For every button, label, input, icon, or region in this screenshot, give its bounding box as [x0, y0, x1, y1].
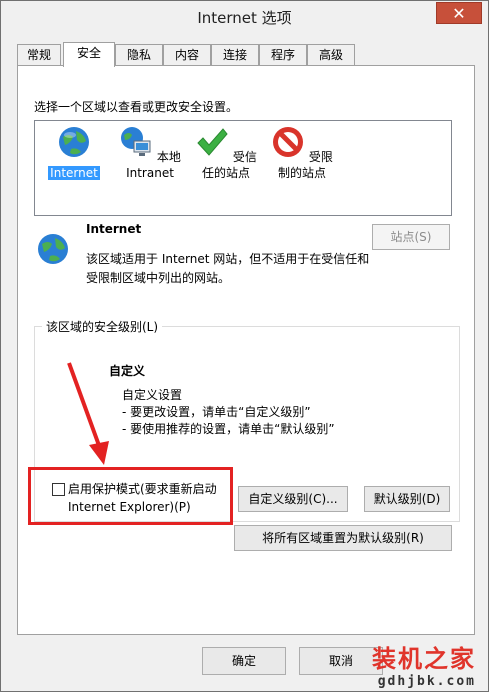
tab-privacy[interactable]: 隐私 [115, 44, 163, 66]
tab-advanced[interactable]: 高级 [307, 44, 355, 66]
no-entry-icon [273, 127, 304, 157]
zone-trusted-sites[interactable]: 受信任的站点 [191, 125, 261, 181]
tab-programs[interactable]: 程序 [259, 44, 307, 66]
zone-prompt: 选择一个区域以查看或更改安全设置。 [34, 100, 239, 114]
globe-icon [38, 234, 68, 264]
globe-icon [59, 127, 89, 157]
title-bar[interactable]: Internet 选项 ✕ [1, 1, 488, 35]
watermark-url: gdhjbk.com [377, 674, 476, 689]
tab-security[interactable]: 安全 [63, 42, 115, 67]
zone-restricted-sites[interactable]: 受限制的站点 [267, 125, 337, 181]
tab-connections[interactable]: 连接 [211, 44, 259, 66]
watermark-title: 装机之家 [372, 645, 476, 673]
level-line: - 要更改设置，请单击“自定义级别” [122, 405, 311, 419]
zone-list: Internet 本地 Intranet 受信任的站点 受限制的站点 [34, 120, 452, 216]
protected-mode-label: 启用保护模式(要求重新启动 Internet Explorer)(P) [68, 482, 217, 514]
tab-content[interactable]: 内容 [163, 44, 211, 66]
window-title: Internet 选项 [197, 9, 292, 27]
custom-level-button[interactable]: 自定义级别(C)... [238, 486, 348, 512]
close-button[interactable]: ✕ [436, 2, 482, 24]
sites-button[interactable]: 站点(S) [372, 224, 450, 250]
zone-internet[interactable]: Internet [39, 125, 109, 181]
annotation-arrow-icon [67, 362, 109, 465]
reset-all-zones-button[interactable]: 将所有区域重置为默认级别(R) [234, 525, 452, 551]
security-level-label: 该区域的安全级别(L) [42, 318, 163, 335]
zone-name: Internet [86, 222, 142, 236]
zone-description: 该区域适用于 Internet 网站，但不适用于在受信任和受限制区域中列出的网站… [86, 252, 370, 285]
watermark: 装机之家 gdhjbk.com [372, 639, 476, 689]
zone-label: Internet [48, 166, 100, 180]
level-line: - 要使用推荐的设置，请单击“默认级别” [122, 422, 335, 436]
default-level-button[interactable]: 默认级别(D) [364, 486, 450, 512]
internet-options-window: Internet 选项 ✕ 常规 安全 隐私 内容 连接 程序 高级 选择一个区… [0, 0, 489, 692]
intranet-icon [121, 127, 151, 156]
zone-local-intranet[interactable]: 本地 Intranet [115, 125, 185, 181]
tab-general[interactable]: 常规 [17, 44, 61, 66]
cancel-button[interactable]: 取消 [299, 647, 383, 675]
ok-button[interactable]: 确定 [202, 647, 286, 675]
checkmark-icon [197, 128, 228, 156]
level-line: 自定义设置 [122, 388, 183, 402]
protected-mode-checkbox[interactable] [52, 483, 65, 496]
security-panel: 选择一个区域以查看或更改安全设置。 Internet 本地 Intranet 受… [17, 65, 475, 635]
